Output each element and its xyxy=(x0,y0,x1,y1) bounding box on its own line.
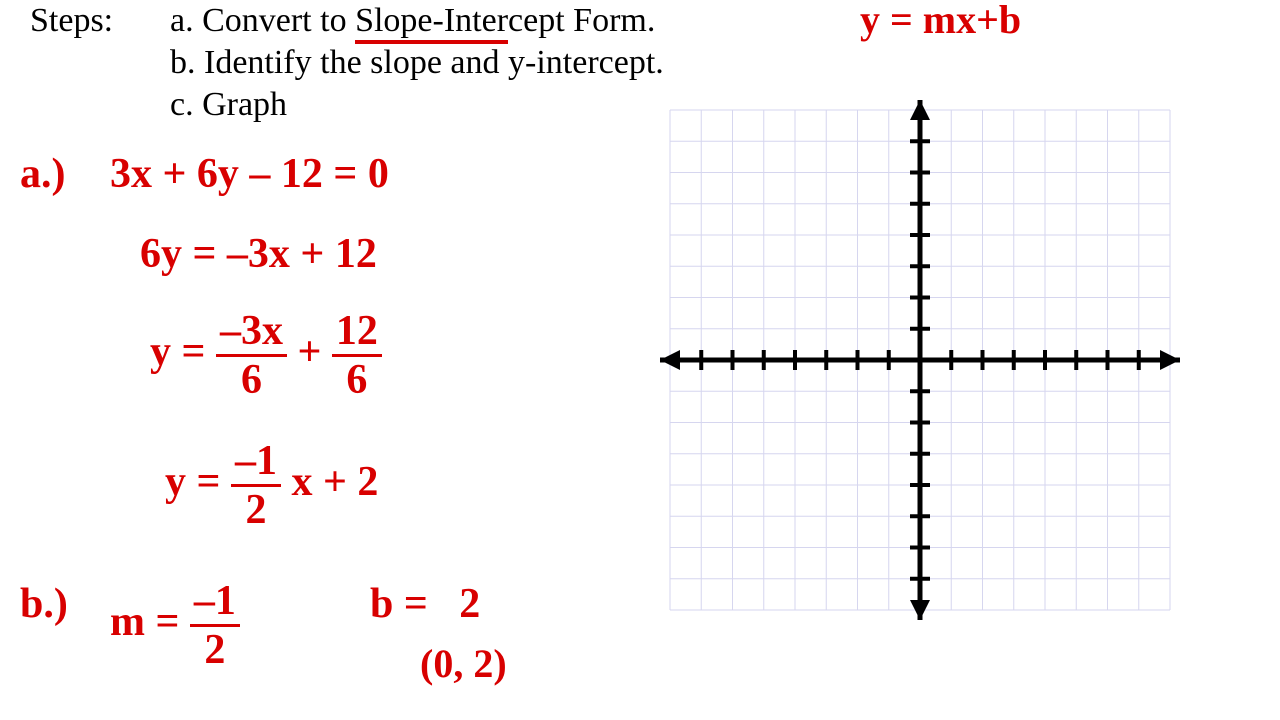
step-c: c. Graph xyxy=(170,86,287,124)
eq4-den: 2 xyxy=(231,487,281,531)
eq3-frac1: –3x 6 xyxy=(216,310,287,401)
eq4-num: –1 xyxy=(231,440,281,487)
coordinate-grid xyxy=(660,100,1180,620)
eq3-den2: 6 xyxy=(332,357,382,401)
b-value: b = 2 xyxy=(370,580,480,628)
m-lhs: m = xyxy=(110,599,179,645)
label-a: a.) xyxy=(20,150,66,198)
eq2: 6y = –3x + 12 xyxy=(140,230,377,278)
eq4-lhs: y = xyxy=(165,459,220,505)
point: (0, 2) xyxy=(420,640,507,687)
eq3-lhs: y = xyxy=(150,329,205,375)
eq3-num2: 12 xyxy=(332,310,382,357)
eq3: y = –3x 6 + 12 6 xyxy=(150,310,382,401)
step-a: a. Convert to Slope-Intercept Form. xyxy=(170,2,655,40)
m-num: –1 xyxy=(190,580,240,627)
eq3-num1: –3x xyxy=(216,310,287,357)
eq3-frac2: 12 6 xyxy=(332,310,382,401)
steps-label: Steps: xyxy=(30,2,113,40)
m-den: 2 xyxy=(190,627,240,671)
eq1: 3x + 6y – 12 = 0 xyxy=(110,150,389,198)
eq3-den1: 6 xyxy=(216,357,287,401)
m-value: m = –1 2 xyxy=(110,580,240,671)
step-a-post: cept Form. xyxy=(508,2,655,39)
eq4-frac: –1 2 xyxy=(231,440,281,531)
eq4: y = –1 2 x + 2 xyxy=(165,440,378,531)
label-b: b.) xyxy=(20,580,68,628)
step-a-underlined: Slope-Inter xyxy=(355,2,508,44)
formula-top: y = mx+b xyxy=(860,0,1021,43)
step-a-pre: a. Convert to xyxy=(170,2,355,39)
eq4-rest: x + 2 xyxy=(291,459,378,505)
step-b: b. Identify the slope and y-intercept. xyxy=(170,44,664,82)
m-frac: –1 2 xyxy=(190,580,240,671)
eq3-plus: + xyxy=(297,329,321,375)
